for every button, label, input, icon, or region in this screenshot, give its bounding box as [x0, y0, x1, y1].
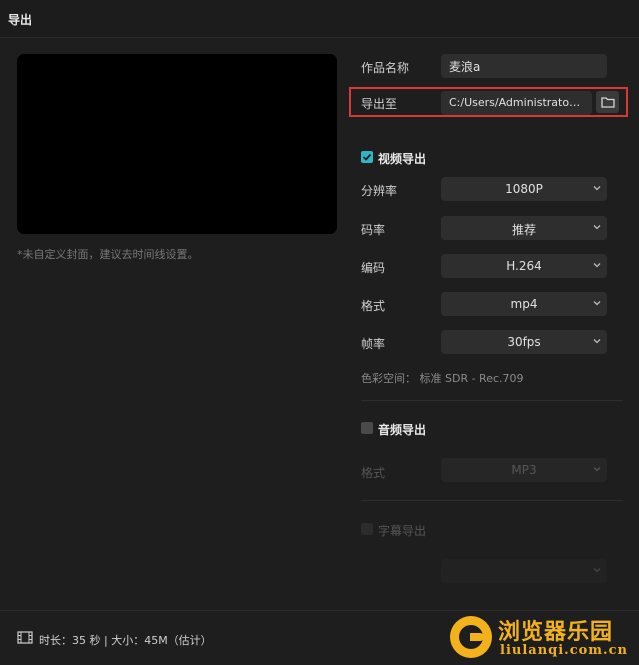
- work-name-label: 作品名称: [361, 61, 410, 75]
- dialog-header: 导出: [0, 0, 639, 38]
- audio-format-label: 格式: [361, 466, 386, 480]
- color-space-text: 色彩空间： 标准 SDR - Rec.709: [361, 372, 524, 385]
- folder-icon: [600, 97, 615, 108]
- chevron-down-icon: [593, 301, 601, 306]
- chevron-down-icon: [593, 186, 601, 191]
- subtitle-format-select[interactable]: [441, 559, 607, 583]
- bitrate-select[interactable]: 推荐: [441, 216, 607, 240]
- format-value: mp4: [510, 297, 538, 311]
- audio-format-select[interactable]: MP3: [441, 458, 607, 482]
- watermark-logo-icon: [450, 616, 492, 658]
- watermark: 浏览器乐园 liulanqi.com.cn: [450, 612, 635, 662]
- export-path-label: 导出至: [361, 97, 398, 111]
- watermark-text-cn: 浏览器乐园: [498, 620, 614, 645]
- bitrate-label: 码率: [361, 223, 386, 237]
- chevron-down-icon: [593, 263, 601, 268]
- format-label: 格式: [361, 299, 386, 313]
- resolution-select[interactable]: 1080P: [441, 177, 607, 201]
- check-icon: [362, 153, 372, 161]
- dialog-title: 导出: [8, 13, 33, 27]
- codec-select[interactable]: H.264: [441, 254, 607, 278]
- chevron-down-icon: [593, 467, 601, 472]
- resolution-value: 1080P: [505, 182, 543, 196]
- bitrate-value: 推荐: [511, 223, 536, 237]
- video-export-title: 视频导出: [378, 152, 427, 166]
- cover-hint-text: *未自定义封面，建议去时间线设置。: [17, 248, 199, 261]
- chevron-down-icon: [593, 568, 601, 573]
- framerate-label: 帧率: [361, 337, 386, 351]
- audio-export-checkbox[interactable]: [361, 422, 373, 434]
- framerate-value: 30fps: [507, 335, 541, 349]
- film-icon: [17, 631, 33, 644]
- audio-export-title: 音频导出: [378, 423, 427, 437]
- codec-value: H.264: [506, 259, 542, 273]
- duration-size-info: 时长：35 秒 | 大小：45M（估计）: [39, 634, 212, 647]
- watermark-text-en: liulanqi.com.cn: [500, 643, 628, 658]
- browse-folder-button[interactable]: [596, 91, 619, 113]
- work-name-input[interactable]: 麦浪a: [441, 54, 607, 78]
- codec-label: 编码: [361, 261, 386, 275]
- chevron-down-icon: [593, 225, 601, 230]
- divider: [361, 500, 623, 501]
- export-path-input[interactable]: C:/Users/Administrator/...: [441, 91, 592, 115]
- subtitle-export-checkbox[interactable]: [361, 523, 373, 535]
- format-select[interactable]: mp4: [441, 292, 607, 316]
- audio-format-value: MP3: [511, 463, 537, 477]
- resolution-label: 分辨率: [361, 184, 398, 198]
- divider: [361, 400, 623, 401]
- framerate-select[interactable]: 30fps: [441, 330, 607, 354]
- chevron-down-icon: [593, 339, 601, 344]
- video-export-checkbox[interactable]: [361, 151, 373, 163]
- subtitle-export-title: 字幕导出: [378, 524, 427, 538]
- video-preview: [17, 54, 337, 234]
